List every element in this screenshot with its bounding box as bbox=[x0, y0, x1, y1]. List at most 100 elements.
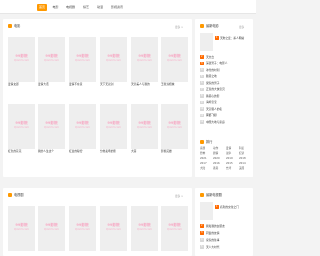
movie-title[interactable]: 红色的花花 bbox=[8, 149, 35, 153]
tv-rank-feature[interactable]: 1 名利的交往之门 bbox=[200, 202, 252, 220]
tv-poster[interactable]: 99影院 Qinm3.com bbox=[131, 206, 158, 251]
movie-poster[interactable]: 99影院 Qinm3.com bbox=[131, 37, 158, 82]
tag-link[interactable]: 动作 bbox=[213, 147, 226, 151]
movie-rank-feature[interactable]: 1 天狗之变：杀人网站 bbox=[200, 33, 252, 51]
rank-title[interactable]: 天空猎人的名 bbox=[206, 107, 222, 112]
rank-title[interactable]: 同窗的友情 bbox=[206, 231, 219, 236]
rank-item[interactable]: 6 梁家的男子 bbox=[200, 80, 252, 86]
tag-link[interactable]: 科幻 bbox=[239, 147, 252, 151]
tv-more-link[interactable]: 更多 > bbox=[175, 194, 183, 198]
tv-card[interactable]: 99影院 Qinm3.com bbox=[69, 206, 96, 251]
movie-card[interactable]: 99影院 Qinm3.com 爱情大话 bbox=[38, 37, 65, 86]
tag-link[interactable]: 喜剧 bbox=[200, 147, 213, 151]
movie-poster[interactable]: 99影院 Qinm3.com bbox=[69, 37, 96, 82]
movie-card[interactable]: 99影院 Qinm3.com 爱情不在意 bbox=[69, 37, 96, 86]
rank-item[interactable]: 5 脆弱之地 bbox=[200, 74, 252, 80]
feature-thumbnail[interactable] bbox=[200, 33, 213, 51]
movie-card[interactable]: 99影院 Qinm3.com 爱情女郎 bbox=[8, 37, 35, 86]
tv-card[interactable]: 99影院 Qinm3.com bbox=[100, 206, 127, 251]
tag-link[interactable]: 香港 bbox=[213, 167, 226, 171]
movie-poster[interactable]: 99影院 Qinm3.com bbox=[100, 37, 127, 82]
rank-title[interactable]: 天人大时代 bbox=[206, 245, 219, 250]
tv-feature-title[interactable]: 名利的交往之门 bbox=[220, 205, 239, 210]
movie-title[interactable]: 爱情不在意 bbox=[69, 82, 96, 86]
movie-card[interactable]: 99影院 Qinm3.com 王者双姐妹 bbox=[161, 37, 188, 86]
nav-home[interactable]: 首页 bbox=[37, 3, 47, 11]
tag-link[interactable]: 2019 bbox=[226, 157, 239, 161]
tag-link[interactable]: 2017 bbox=[200, 162, 213, 166]
movie-title[interactable]: 王者双姐妹 bbox=[161, 82, 188, 86]
movie-poster[interactable]: 99影院 Qinm3.com bbox=[38, 104, 65, 149]
rank-item[interactable]: 8 铁羽心的影 bbox=[200, 93, 252, 99]
rank-title[interactable]: 梁家的男子 bbox=[206, 81, 219, 86]
rank-item[interactable]: 2 我和我的女朋友 bbox=[200, 223, 252, 229]
movie-poster[interactable]: 99影院 Qinm3.com bbox=[8, 104, 35, 149]
tv-card[interactable]: 99影院 Qinm3.com bbox=[38, 206, 65, 251]
movie-title[interactable]: 天下无双剑 bbox=[100, 82, 127, 86]
movie-title[interactable]: 影视英雄 bbox=[161, 149, 188, 153]
tv-poster[interactable]: 99影院 Qinm3.com bbox=[69, 206, 96, 251]
tag-link[interactable]: 2015 bbox=[226, 162, 239, 166]
tv-poster[interactable]: 99影院 Qinm3.com bbox=[8, 206, 35, 251]
rank-item[interactable]: 5 天人大时代 bbox=[200, 244, 252, 250]
movie-title[interactable]: 我的人生这个 bbox=[38, 149, 65, 153]
movie-card[interactable]: 99影院 Qinm3.com 红色的花花 bbox=[8, 104, 35, 153]
tag-link[interactable]: 美国 bbox=[239, 167, 252, 171]
tag-link[interactable]: 恐怖 bbox=[200, 152, 213, 156]
movie-card[interactable]: 99影院 Qinm3.com 红盒的秘密 bbox=[69, 104, 96, 153]
tag-link[interactable]: 大陆 bbox=[200, 167, 213, 171]
rank-item[interactable]: 2 天文台 bbox=[200, 54, 252, 60]
movie-card[interactable]: 99影院 Qinm3.com 天下无双剑 bbox=[100, 37, 127, 86]
movie-title[interactable]: 分类卖场的影 bbox=[100, 149, 127, 153]
movie-poster[interactable]: 99影院 Qinm3.com bbox=[161, 37, 188, 82]
rank-title[interactable]: 海绵宝宝 bbox=[206, 100, 217, 105]
movie-title[interactable]: 爱情女郎 bbox=[8, 82, 35, 86]
rank-title[interactable]: 我和我的女朋友 bbox=[206, 224, 225, 229]
movie-rank-more-link[interactable]: 更多 bbox=[239, 25, 244, 29]
movie-card[interactable]: 99影院 Qinm3.com 影视英雄 bbox=[161, 104, 188, 153]
rank-item[interactable]: 7 正直的大侠宝贝 bbox=[200, 87, 252, 93]
rank-item[interactable]: 4 冰雪的时刻 bbox=[200, 67, 252, 73]
tag-link[interactable]: 台湾 bbox=[226, 167, 239, 171]
rank-title[interactable]: 天文台 bbox=[206, 55, 214, 60]
movie-card[interactable]: 99影院 Qinm3.com 天堂美人与我的 bbox=[131, 37, 158, 86]
movie-card[interactable]: 99影院 Qinm3.com 我的人生这个 bbox=[38, 104, 65, 153]
tag-link[interactable]: 战争 bbox=[226, 152, 239, 156]
movie-poster[interactable]: 99影院 Qinm3.com bbox=[161, 104, 188, 149]
tag-link[interactable]: 爱情 bbox=[226, 147, 239, 151]
movie-poster[interactable]: 99影院 Qinm3.com bbox=[131, 104, 158, 149]
movie-poster[interactable]: 99影院 Qinm3.com bbox=[38, 37, 65, 82]
tv-poster[interactable]: 99影院 Qinm3.com bbox=[100, 206, 127, 251]
rank-item[interactable]: 3 深夜男子：电影人 bbox=[200, 61, 252, 67]
tv-feature-thumbnail[interactable] bbox=[200, 202, 213, 220]
movie-poster[interactable]: 99影院 Qinm3.com bbox=[100, 104, 127, 149]
tv-poster[interactable]: 99影院 Qinm3.com bbox=[161, 206, 188, 251]
tag-link[interactable]: 2021 bbox=[200, 157, 213, 161]
rank-item[interactable]: 4 家家的往事 bbox=[200, 237, 252, 243]
rank-title[interactable]: 深夜男子：电影人 bbox=[206, 61, 228, 66]
rank-item[interactable]: 9 海绵宝宝 bbox=[200, 100, 252, 106]
rank-title[interactable]: 中国大地与家庭 bbox=[206, 120, 225, 125]
tv-card[interactable]: 99影院 Qinm3.com bbox=[161, 206, 188, 251]
movie-title[interactable]: 天堂美人与我的 bbox=[131, 82, 158, 86]
tag-link[interactable]: 纪录 bbox=[239, 152, 252, 156]
tag-link[interactable]: 剧情 bbox=[213, 152, 226, 156]
rank-title[interactable]: 铁羽心的影 bbox=[206, 94, 219, 99]
tag-link[interactable]: 2018 bbox=[239, 157, 252, 161]
movie-card[interactable]: 99影院 Qinm3.com 大丽 bbox=[131, 104, 158, 153]
rank-item[interactable]: 12 中国大地与家庭 bbox=[200, 119, 252, 125]
rank-title[interactable]: 冰雪的时刻 bbox=[206, 68, 219, 73]
nav-anime[interactable]: 动漫 bbox=[95, 4, 105, 11]
movie-title[interactable]: 大丽 bbox=[131, 149, 158, 153]
nav-news[interactable]: 影视资讯 bbox=[109, 4, 125, 11]
tv-poster[interactable]: 99影院 Qinm3.com bbox=[38, 206, 65, 251]
rank-title[interactable]: 脆弱之地 bbox=[206, 74, 217, 79]
feature-title[interactable]: 天狗之变：杀人网站 bbox=[220, 36, 244, 41]
tag-link[interactable]: 2016 bbox=[213, 162, 226, 166]
tag-link[interactable]: 2020 bbox=[213, 157, 226, 161]
rank-title[interactable]: 家家的往事 bbox=[206, 238, 219, 243]
rank-title[interactable]: 正直的大侠宝贝 bbox=[206, 87, 225, 92]
movie-title[interactable]: 爱情大话 bbox=[38, 82, 65, 86]
movies-more-link[interactable]: 更多 > bbox=[175, 25, 183, 29]
tag-link[interactable]: 2014 bbox=[239, 162, 252, 166]
